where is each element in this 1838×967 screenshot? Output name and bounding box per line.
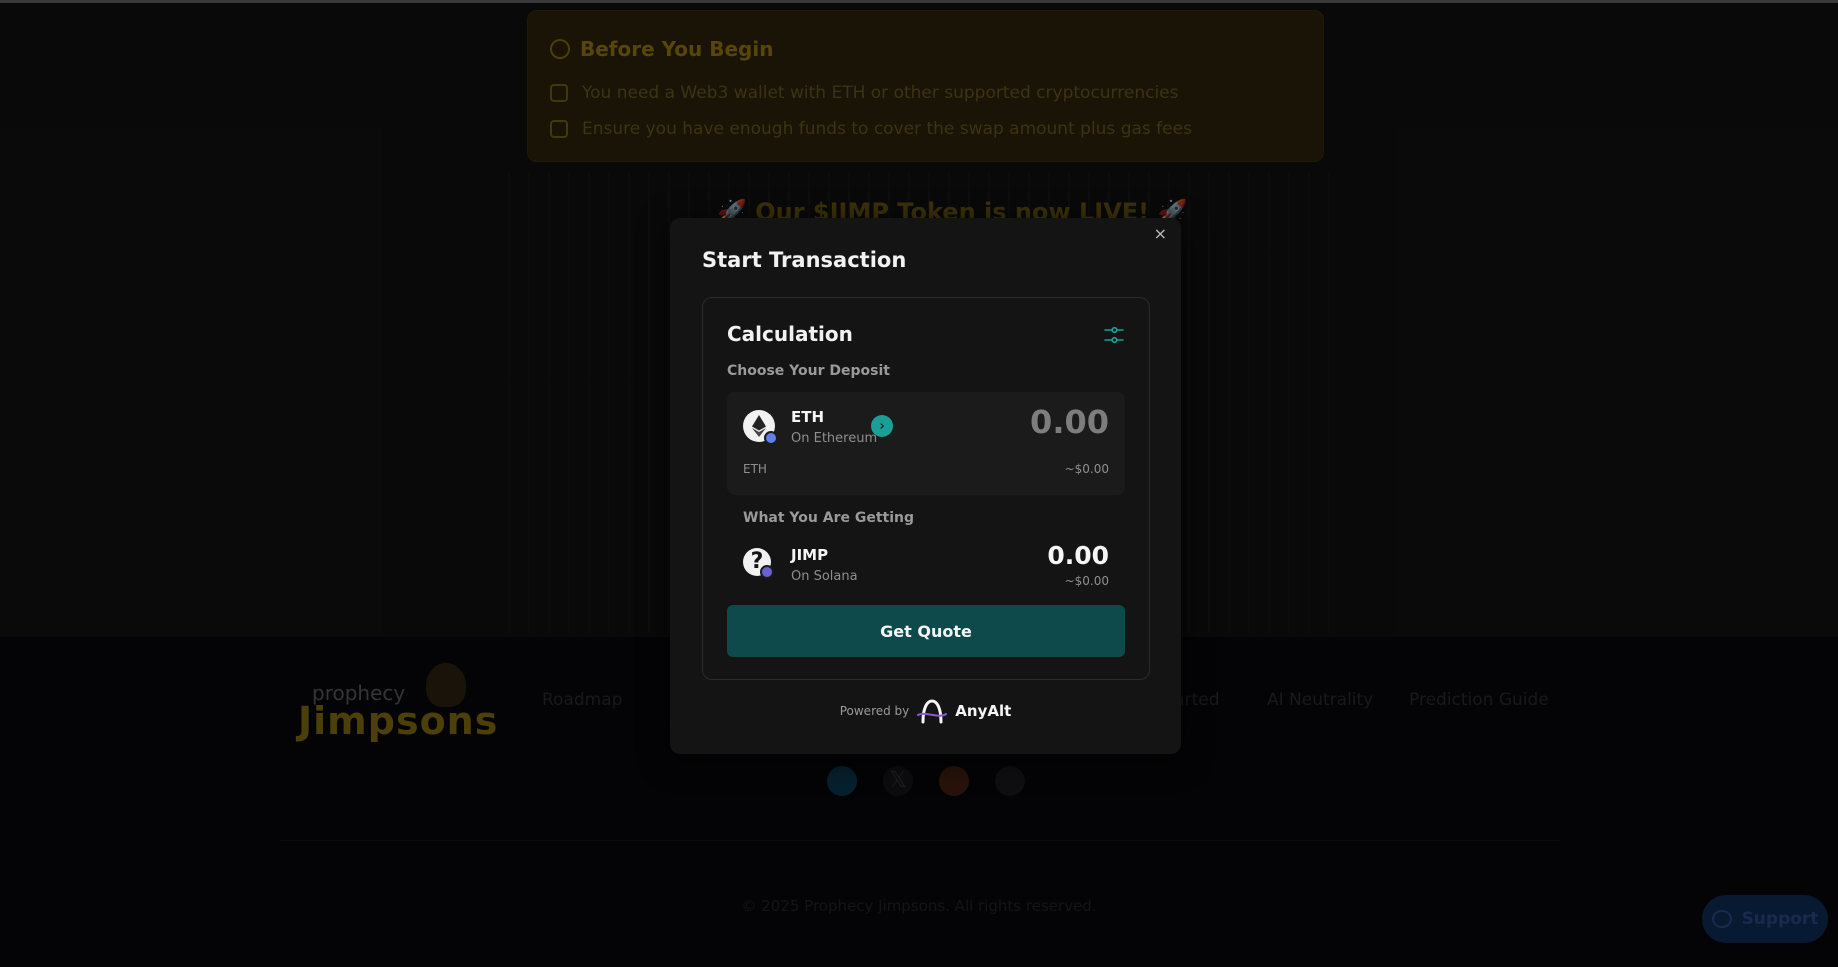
start-transaction-modal: × Start Transaction Calculation Choose Y… bbox=[670, 218, 1181, 754]
modal-title: Start Transaction bbox=[702, 248, 907, 272]
receive-token-symbol: JIMP bbox=[791, 546, 829, 564]
ethereum-chain-badge bbox=[764, 431, 778, 445]
calculation-title: Calculation bbox=[727, 322, 853, 346]
receive-label: What You Are Getting bbox=[743, 510, 915, 526]
deposit-token-symbol: ETH bbox=[791, 408, 825, 426]
deposit-panel: ETH On Ethereum › ETH ~$0.00 bbox=[727, 392, 1125, 495]
close-button[interactable]: × bbox=[1154, 224, 1167, 244]
unknown-token-icon: ? bbox=[743, 548, 774, 579]
calculation-card: Calculation Choose Your Deposit ETH On E… bbox=[702, 297, 1150, 680]
deposit-unit: ETH bbox=[743, 462, 767, 476]
choose-deposit-label: Choose Your Deposit bbox=[727, 363, 890, 379]
select-token-button[interactable]: › bbox=[871, 415, 893, 437]
provider-name: AnyAlt bbox=[955, 702, 1012, 720]
powered-by-label: Powered by bbox=[839, 704, 910, 718]
solana-chain-badge bbox=[760, 565, 774, 579]
get-quote-button[interactable]: Get Quote bbox=[727, 605, 1125, 657]
deposit-token-chain: On Ethereum bbox=[791, 431, 878, 446]
deposit-amount-input[interactable] bbox=[939, 402, 1109, 442]
receive-usd-value: ~$0.00 bbox=[1064, 574, 1109, 588]
receive-amount: 0.00 bbox=[1047, 541, 1109, 570]
ethereum-icon bbox=[743, 410, 778, 445]
slippage-settings-icon[interactable] bbox=[1103, 324, 1125, 346]
anyalt-logo-icon[interactable] bbox=[917, 698, 948, 724]
powered-by-footer: Powered by AnyAlt bbox=[670, 698, 1181, 724]
receive-token-chain: On Solana bbox=[791, 569, 858, 584]
deposit-usd-value: ~$0.00 bbox=[1064, 462, 1109, 476]
